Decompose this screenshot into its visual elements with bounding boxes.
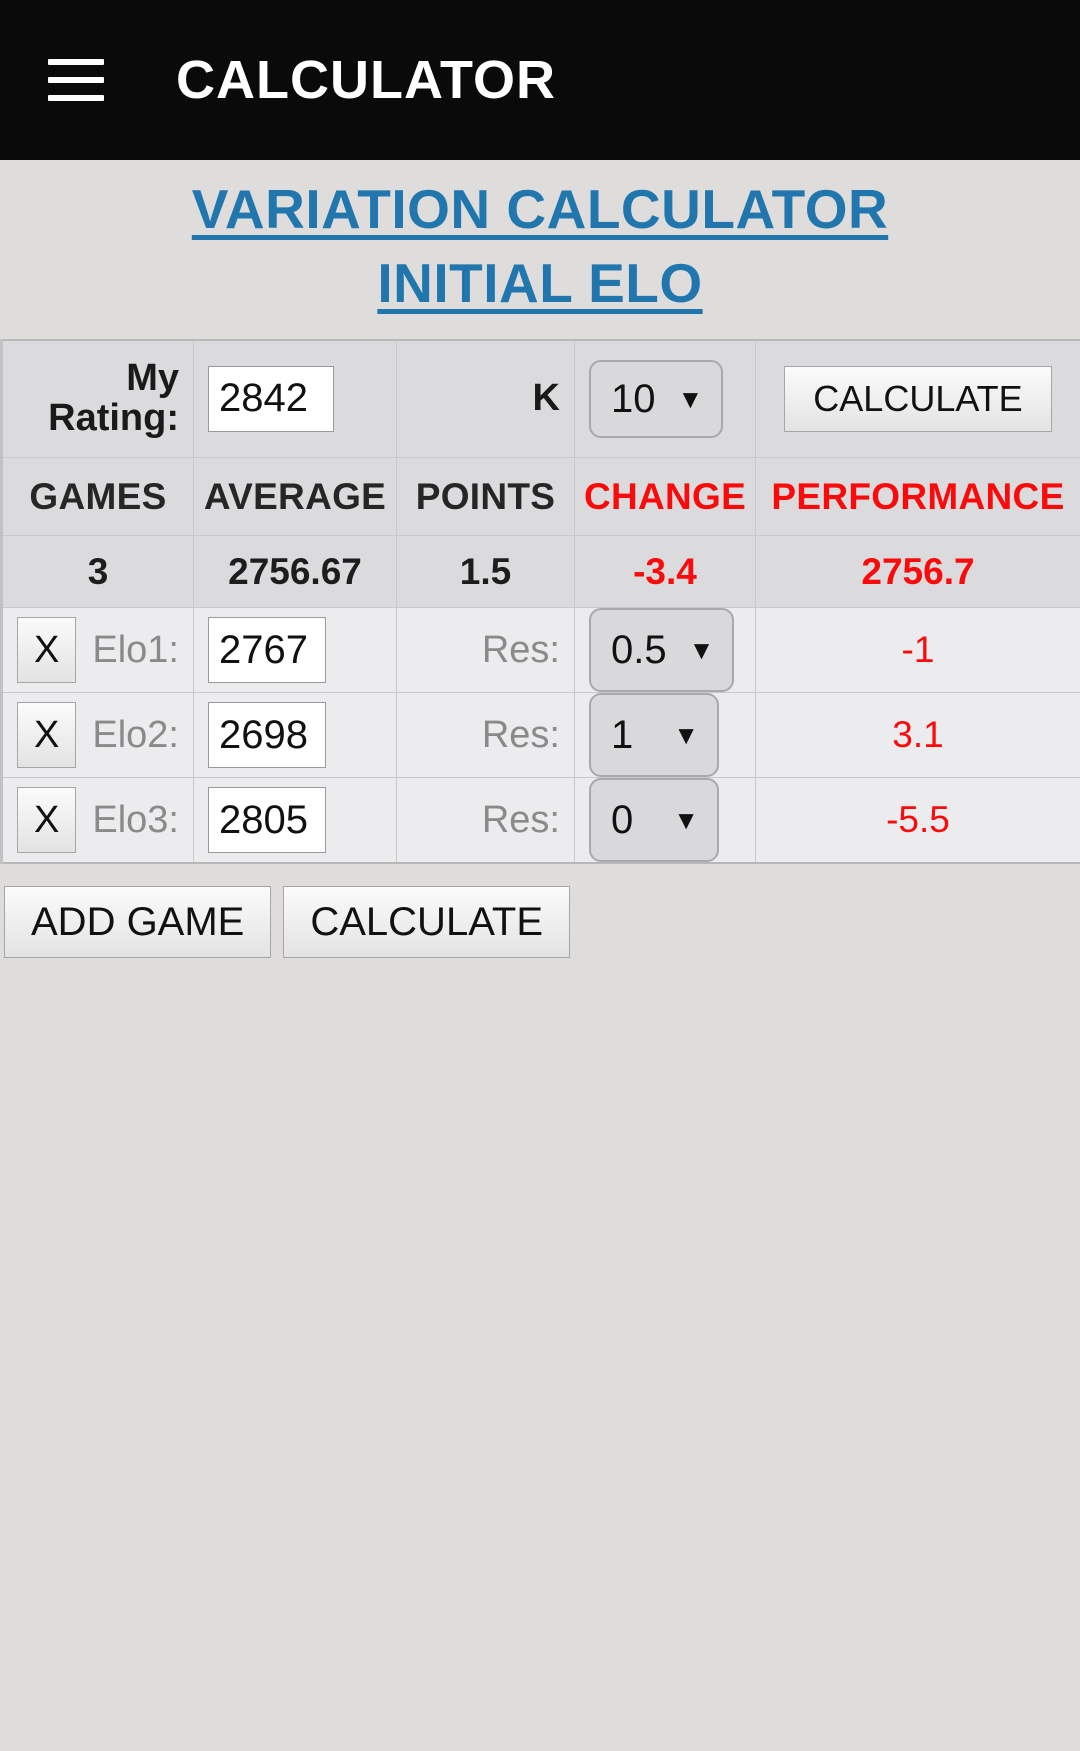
game-1-res-select-cell: 0.5 ▼ [574, 607, 756, 693]
game-2-result-select[interactable]: 1 ▼ [589, 693, 719, 777]
header-average-cell: AVERAGE [193, 457, 397, 536]
game-2-res-select-cell: 1 ▼ [574, 692, 756, 778]
total-change: -3.4 [633, 550, 697, 592]
table-row: X Elo3: Res: 0 ▼ [0, 777, 1080, 864]
game-1-change-cell: -1 [755, 607, 1080, 693]
hamburger-menu-icon[interactable] [48, 59, 104, 101]
game-1-elo-label: Elo1: [92, 628, 179, 671]
game-3-elo-cell [193, 777, 397, 864]
add-game-button[interactable]: ADD GAME [4, 886, 272, 958]
game-2-elo-label: Elo2: [92, 713, 179, 756]
my-rating-label-cell: My Rating: [0, 339, 194, 458]
chevron-down-icon: ▼ [673, 720, 699, 750]
summary-input-row: My Rating: K 10 ▼ [0, 339, 1080, 458]
total-points: 1.5 [459, 550, 512, 592]
game-3-res-label-cell: Res: [396, 777, 575, 864]
game-3-res-label: Res: [481, 798, 560, 841]
game-3-result-select[interactable]: 0 ▼ [589, 778, 719, 862]
game-1-elo-input[interactable] [208, 617, 326, 683]
header-performance-cell: PERFORMANCE [755, 457, 1080, 536]
header-change: CHANGE [583, 475, 747, 517]
game-3-change: -5.5 [886, 799, 950, 840]
total-performance: 2756.7 [861, 550, 975, 592]
column-header-row: GAMES AVERAGE POINTS CHANGE PERFORMANCE [0, 457, 1080, 536]
game-2-change: 3.1 [892, 714, 944, 755]
my-rating-input[interactable] [208, 365, 334, 432]
header-performance: PERFORMANCE [771, 475, 1065, 517]
delete-game-2-button[interactable]: X [17, 702, 77, 768]
total-games: 3 [87, 550, 109, 592]
header-games-cell: GAMES [0, 457, 194, 536]
game-1-result-select[interactable]: 0.5 ▼ [589, 608, 735, 692]
total-games-cell: 3 [0, 535, 194, 608]
delete-game-1-button[interactable]: X [17, 617, 77, 683]
total-performance-cell: 2756.7 [755, 535, 1080, 608]
header-average: AVERAGE [203, 475, 387, 517]
k-factor-select[interactable]: 10 ▼ [589, 359, 724, 438]
header-points: POINTS [415, 475, 556, 517]
chevron-down-icon: ▼ [677, 383, 704, 414]
calculate-button-top[interactable]: CALCULATE [784, 365, 1052, 432]
game-1-elo-cell [193, 607, 397, 693]
k-label: K [532, 377, 560, 420]
totals-row: 3 2756.67 1.5 -3.4 2756.7 [0, 535, 1080, 608]
calculate-top-cell: CALCULATE [755, 339, 1080, 458]
hamburger-bar-1 [48, 59, 104, 65]
game-2-change-cell: 3.1 [755, 692, 1080, 778]
game-1-res-label-cell: Res: [396, 607, 575, 693]
page-title-line-1: VARIATION CALCULATOR [191, 178, 889, 240]
total-change-cell: -3.4 [574, 535, 756, 608]
chevron-down-icon: ▼ [673, 805, 699, 835]
game-1-res-label: Res: [481, 628, 560, 671]
game-1-delete-cell: X Elo1: [0, 607, 194, 693]
app-bar: CALCULATOR [0, 0, 1080, 160]
game-3-delete-cell: X Elo3: [0, 777, 194, 864]
page-title: VARIATION CALCULATOR INITIAL ELO [0, 160, 1080, 329]
my-rating-label: My Rating: [48, 356, 179, 439]
game-3-elo-input[interactable] [208, 787, 326, 853]
total-points-cell: 1.5 [396, 535, 575, 608]
k-factor-value: 10 [611, 376, 656, 421]
header-change-cell: CHANGE [574, 457, 756, 536]
page-title-line-2: INITIAL ELO [377, 252, 703, 315]
hamburger-bar-2 [48, 77, 104, 83]
table-row: X Elo2: Res: 1 ▼ [0, 692, 1080, 778]
k-label-cell: K [396, 339, 575, 458]
calculate-button-bottom[interactable]: CALCULATE [283, 886, 571, 958]
k-select-cell: 10 ▼ [574, 339, 756, 458]
total-average: 2756.67 [228, 550, 362, 592]
game-2-elo-input[interactable] [208, 702, 326, 768]
game-2-res-label-cell: Res: [396, 692, 575, 778]
game-3-res-select-cell: 0 ▼ [574, 777, 756, 864]
bottom-action-bar: ADD GAME CALCULATE [0, 864, 1080, 958]
header-games: GAMES [29, 475, 167, 517]
game-1-change: -1 [901, 629, 935, 670]
game-3-elo-label: Elo3: [92, 798, 179, 841]
game-2-res-label: Res: [481, 713, 560, 756]
total-average-cell: 2756.67 [193, 535, 397, 608]
game-3-result-value: 0 [611, 798, 634, 842]
app-title: CALCULATOR [176, 50, 556, 110]
my-rating-input-cell [193, 339, 397, 458]
game-3-change-cell: -5.5 [755, 777, 1080, 864]
calculator-table: My Rating: K 10 ▼ [0, 338, 1080, 864]
chevron-down-icon: ▼ [688, 635, 715, 665]
game-2-result-value: 1 [611, 713, 634, 757]
hamburger-bar-3 [48, 95, 104, 101]
table-row: X Elo1: Res: 0.5 ▼ [0, 607, 1080, 693]
game-1-result-value: 0.5 [611, 628, 667, 672]
game-2-elo-cell [193, 692, 397, 778]
game-2-delete-cell: X Elo2: [0, 692, 194, 778]
header-points-cell: POINTS [396, 457, 575, 536]
delete-game-3-button[interactable]: X [17, 787, 77, 853]
